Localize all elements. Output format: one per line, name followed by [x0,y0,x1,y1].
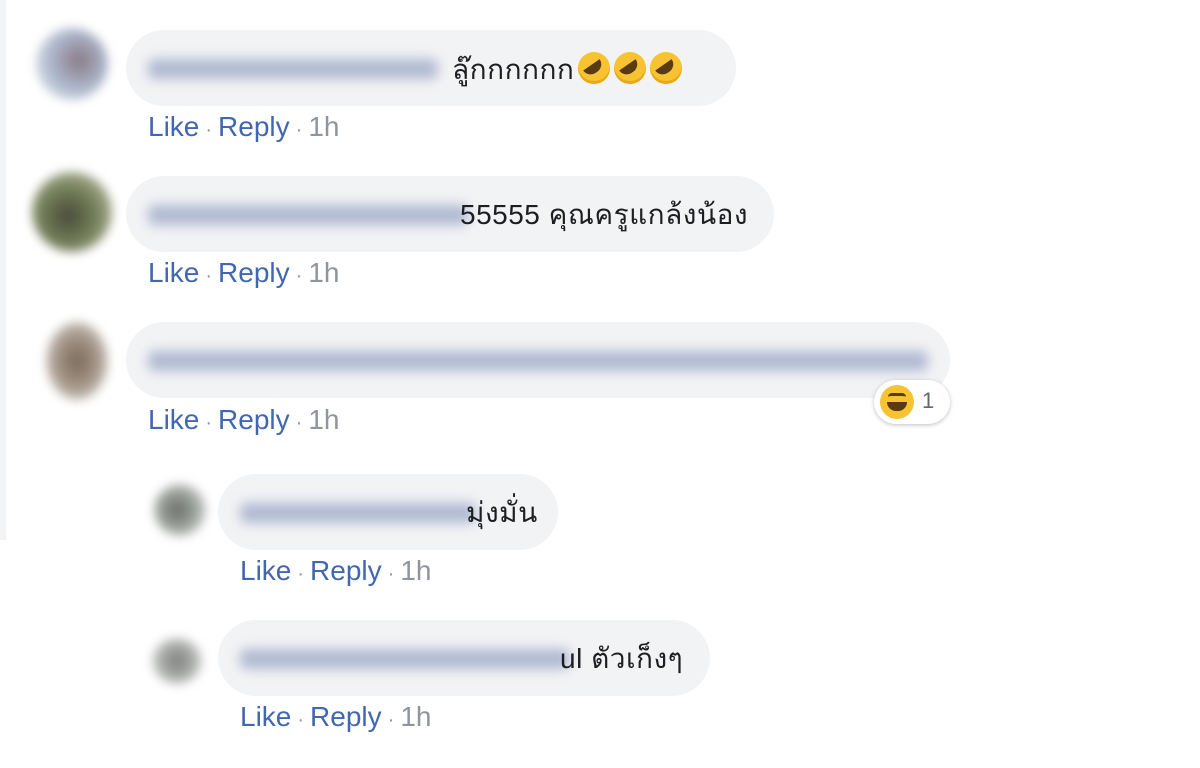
panel-edge [0,0,6,540]
author-name-blurred[interactable] [148,351,928,371]
comment-bubble: ลู๊กกกกกก [126,30,736,106]
timestamp[interactable]: 1h [308,111,339,142]
reply-body: มุ่งมั่น [466,497,538,528]
rolling-laughing-emoji-icon [650,52,683,84]
reply-body: ul ตัวเก็งๆ [560,643,684,674]
comment-actions: Like · Reply · 1h [148,257,340,288]
comment-actions: Like · Reply · 1h [148,111,340,142]
comment-text: ลู๊กกกกกก [452,52,683,87]
author-name-blurred[interactable] [148,59,438,79]
avatar[interactable] [152,638,202,684]
like-link[interactable]: Like [240,555,291,586]
like-link[interactable]: Like [240,701,291,732]
avatar[interactable] [36,28,108,100]
timestamp[interactable]: 1h [308,404,339,435]
avatar[interactable] [32,172,112,252]
reply-link[interactable]: Reply [218,404,290,435]
avatar[interactable] [154,484,206,536]
like-link[interactable]: Like [148,257,199,288]
like-link[interactable]: Like [148,404,199,435]
reply-link[interactable]: Reply [218,257,290,288]
author-name-blurred[interactable] [240,503,476,523]
author-name-blurred[interactable] [240,649,570,669]
comment-bubble: 55555 คุณครูแกล้งน้อง [126,176,774,252]
reply-bubble: มุ่งมั่น [218,474,558,550]
avatar[interactable] [46,322,108,400]
reply-link[interactable]: Reply [218,111,290,142]
rolling-laughing-emoji-icon [614,52,647,84]
laughing-face-icon [880,385,914,419]
timestamp[interactable]: 1h [308,257,339,288]
reply-bubble: ul ตัวเก็งๆ [218,620,710,696]
comment-bubble [126,322,950,398]
reply-link[interactable]: Reply [310,555,382,586]
reply-actions: Like · Reply · 1h [240,555,432,586]
author-name-blurred[interactable] [148,205,468,225]
reply-actions: Like · Reply · 1h [240,701,432,732]
rolling-laughing-emoji-icon [578,52,611,84]
reaction-summary[interactable]: 1 [874,380,950,424]
comment-body: ลู๊กกกกกก [452,54,575,85]
timestamp[interactable]: 1h [400,701,431,732]
reply-link[interactable]: Reply [310,701,382,732]
timestamp[interactable]: 1h [400,555,431,586]
reaction-count: 1 [922,388,935,413]
like-link[interactable]: Like [148,111,199,142]
comment-body: 55555 คุณครูแกล้งน้อง [460,199,749,230]
comment-actions: Like · Reply · 1h [148,404,340,435]
